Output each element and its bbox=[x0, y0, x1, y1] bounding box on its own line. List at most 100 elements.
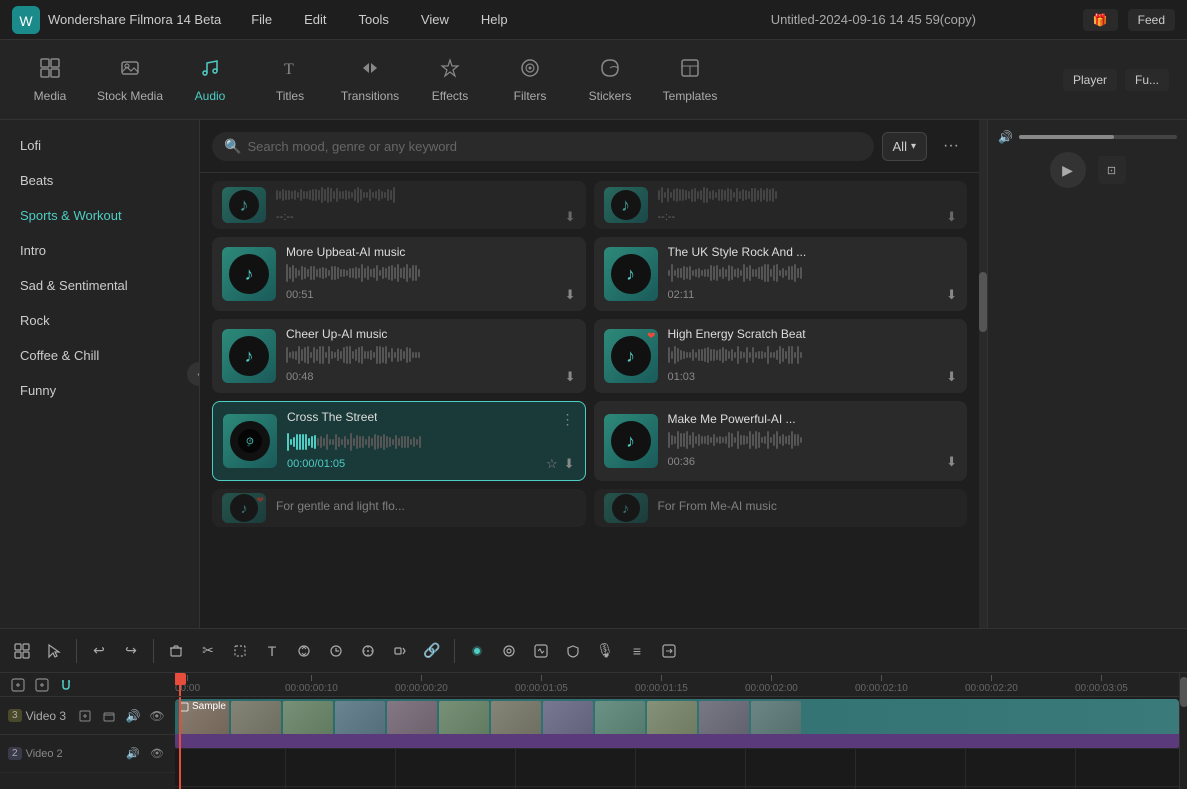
sidebar-item-funny[interactable]: Funny bbox=[0, 373, 199, 408]
gift-button[interactable]: 🎁 bbox=[1083, 9, 1118, 31]
menu-bar: File Edit Tools View Help bbox=[245, 8, 664, 31]
sidebar-item-rock[interactable]: Rock bbox=[0, 303, 199, 338]
timeline-scrollbar[interactable] bbox=[1179, 673, 1187, 789]
nav-audio[interactable]: Audio bbox=[170, 45, 250, 115]
add-video-track-button[interactable] bbox=[8, 675, 28, 695]
export-settings-button[interactable] bbox=[655, 637, 683, 665]
redo-button[interactable]: ↪ bbox=[117, 637, 145, 665]
audio-card-partial-right[interactable]: ♪ document.currentScript.insertAdjacentH… bbox=[594, 181, 968, 229]
sidebar-item-sad-sentimental[interactable]: Sad & Sentimental bbox=[0, 268, 199, 303]
nav-titles[interactable]: T Titles bbox=[250, 45, 330, 115]
noise-remove-button[interactable] bbox=[527, 637, 555, 665]
filter-dropdown[interactable]: All ▾ bbox=[882, 132, 927, 161]
download-icon-cheer-up[interactable]: ⬇ bbox=[565, 369, 576, 385]
nav-transitions[interactable]: Transitions bbox=[330, 45, 410, 115]
more-options-icon-cross-street[interactable]: ⋮ bbox=[561, 411, 575, 428]
speed-button[interactable] bbox=[322, 637, 350, 665]
timeline-content: 00:00 00:00:00:10 00:00:00:20 00:00:01:0… bbox=[175, 673, 1179, 789]
search-input[interactable] bbox=[247, 139, 861, 154]
nav-media[interactable]: Media bbox=[10, 45, 90, 115]
stabilize-button[interactable] bbox=[495, 637, 523, 665]
audio-card-partial-bot-right[interactable]: ♪ For From Me-AI music bbox=[594, 489, 968, 527]
sidebar-item-beats[interactable]: Beats bbox=[0, 163, 199, 198]
download-icon-cross-street[interactable]: ⬇ bbox=[564, 456, 575, 472]
audio-thumb-cross-street: ♪ ⊙ bbox=[223, 414, 277, 468]
audio-card-partial-bot-left[interactable]: ❤ ♪ For gentle and light flo... bbox=[212, 489, 586, 527]
menu-edit[interactable]: Edit bbox=[298, 8, 332, 31]
download-icon-partial-left[interactable]: ⬇ bbox=[565, 209, 576, 225]
download-icon-make-powerful[interactable]: ⬇ bbox=[946, 454, 957, 470]
select-tool-button[interactable] bbox=[40, 637, 68, 665]
download-icon-uk-rock[interactable]: ⬇ bbox=[946, 287, 957, 303]
video-2-eye-button[interactable]: 👁 bbox=[147, 744, 167, 764]
nav-filters[interactable]: Filters bbox=[490, 45, 570, 115]
star-icon-cross-street[interactable]: ☆ bbox=[546, 456, 558, 472]
magnet-snap-button[interactable] bbox=[56, 675, 76, 695]
sidebar-item-coffee-chill[interactable]: Coffee & Chill bbox=[0, 338, 199, 373]
sidebar-item-sports-workout[interactable]: Sports & Workout bbox=[0, 198, 199, 233]
ruler-220: 00:00:02:20 bbox=[965, 675, 1018, 694]
delete-button[interactable] bbox=[162, 637, 190, 665]
fullscreen-tab[interactable]: Fu... bbox=[1125, 69, 1169, 91]
tts-button[interactable] bbox=[463, 637, 491, 665]
track-eye-button[interactable]: 👁 bbox=[147, 706, 167, 726]
more-options-button[interactable]: ··· bbox=[935, 130, 967, 162]
menu-tools[interactable]: Tools bbox=[353, 8, 395, 31]
audio-card-high-energy[interactable]: ❤ ♪ High Energy Scratch Beat document.cu… bbox=[594, 319, 968, 393]
menu-view[interactable]: View bbox=[415, 8, 455, 31]
shield-button[interactable] bbox=[559, 637, 587, 665]
menu-file[interactable]: File bbox=[245, 8, 278, 31]
audio-card-make-powerful[interactable]: ♪ Make Me Powerful-AI ... document.curre… bbox=[594, 401, 968, 481]
split-view-button[interactable] bbox=[8, 637, 36, 665]
download-icon-high-energy[interactable]: ⬇ bbox=[946, 369, 957, 385]
nav-stock-media[interactable]: Stock Media bbox=[90, 45, 170, 115]
audio-duration-more-upbeat: 00:51 bbox=[286, 289, 314, 301]
audio-card-more-upbeat[interactable]: ♪ More Upbeat-AI music document.currentS… bbox=[212, 237, 586, 311]
audio-card-uk-rock[interactable]: ♪ The UK Style Rock And ... document.cur… bbox=[594, 237, 968, 311]
download-icon-partial-right[interactable]: ⬇ bbox=[946, 209, 957, 225]
download-icon-more-upbeat[interactable]: ⬇ bbox=[565, 287, 576, 303]
sidebar-item-lofi[interactable]: Lofi bbox=[0, 128, 199, 163]
volume-slider[interactable] bbox=[1019, 135, 1177, 139]
panel-scrollbar[interactable] bbox=[979, 120, 987, 628]
video-track-3[interactable]: Sample bbox=[175, 697, 1179, 749]
smart-cutout-button[interactable] bbox=[354, 637, 382, 665]
add-audio-track-button[interactable] bbox=[32, 675, 52, 695]
crop-button[interactable] bbox=[226, 637, 254, 665]
audio-card-partial-left[interactable]: ♪ document.currentScript.insertAdjacentH… bbox=[212, 181, 586, 229]
motion-track-button[interactable] bbox=[386, 637, 414, 665]
media-icon bbox=[39, 57, 61, 85]
sidebar-item-intro[interactable]: Intro bbox=[0, 233, 199, 268]
nav-stickers[interactable]: Stickers bbox=[570, 45, 650, 115]
transform-button[interactable]: T bbox=[258, 637, 286, 665]
link-button[interactable]: 🔗 bbox=[418, 637, 446, 665]
audio-card-cheer-up[interactable]: ♪ Cheer Up-AI music document.currentScri… bbox=[212, 319, 586, 393]
track-add-button[interactable] bbox=[75, 706, 95, 726]
player-tab[interactable]: Player bbox=[1063, 69, 1117, 91]
nav-templates[interactable]: Templates bbox=[650, 45, 730, 115]
volume-control: 🔊 bbox=[998, 130, 1177, 144]
audio-duration-make-powerful: 00:36 bbox=[668, 456, 696, 468]
fullscreen-button[interactable]: ⊡ bbox=[1098, 156, 1126, 184]
freeze-button[interactable] bbox=[290, 637, 318, 665]
feed-button[interactable]: Feed bbox=[1128, 9, 1175, 31]
video-2-mute-button[interactable]: 🔊 bbox=[123, 744, 143, 764]
play-button[interactable]: ▶ bbox=[1050, 152, 1086, 188]
track-folder-button[interactable] bbox=[99, 706, 119, 726]
audio-info-more-upbeat: More Upbeat-AI music document.currentScr… bbox=[286, 245, 576, 303]
menu-help[interactable]: Help bbox=[475, 8, 514, 31]
waveform-more-upbeat: document.currentScript.insertAdjacentHTM… bbox=[286, 263, 576, 283]
audio-info-partial-right: document.currentScript.insertAdjacentHTM… bbox=[658, 185, 958, 225]
track-mute-button[interactable]: 🔊 bbox=[123, 706, 143, 726]
nav-effects[interactable]: Effects bbox=[410, 45, 490, 115]
adjust-button[interactable]: ≡ bbox=[623, 637, 651, 665]
nav-audio-label: Audio bbox=[195, 89, 226, 103]
audio-grid: ♪ document.currentScript.insertAdjacentH… bbox=[200, 173, 979, 628]
audio-card-cross-street[interactable]: ♪ ⊙ Cross The Street ⋮ document.currentS… bbox=[212, 401, 586, 481]
undo-button[interactable]: ↩ bbox=[85, 637, 113, 665]
record-voice-button[interactable]: 🎙 bbox=[591, 637, 619, 665]
cut-button[interactable]: ✂ bbox=[194, 637, 222, 665]
volume-icon: 🔊 bbox=[998, 130, 1013, 144]
audio-info-cross-street: Cross The Street ⋮ document.currentScrip… bbox=[287, 410, 575, 472]
audio-duration-partial-right: --:-- bbox=[658, 211, 676, 223]
